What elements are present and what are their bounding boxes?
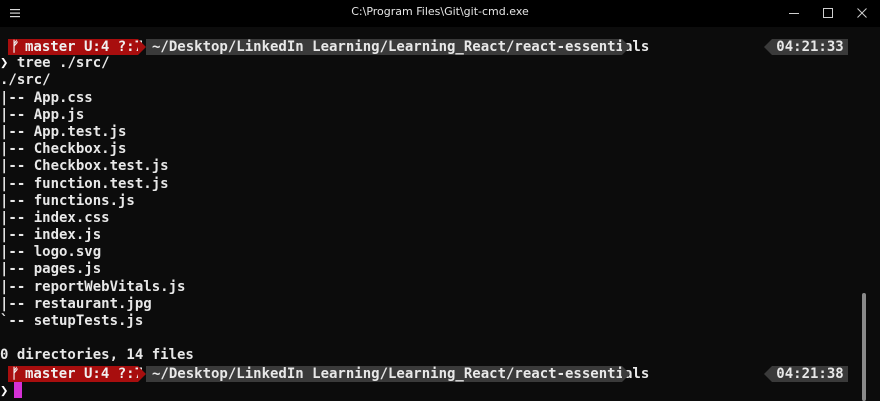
minimize-button[interactable] <box>778 0 810 27</box>
segment-separator <box>764 39 772 55</box>
branch-status: master U:4 ?:7 <box>25 39 144 55</box>
terminal-window: C:\Program Files\Git\git-cmd.exe ᚠ master… <box>0 0 880 401</box>
tree-entry: |-- Checkbox.js <box>0 141 127 158</box>
tree-entry: |-- App.css <box>0 89 93 106</box>
tree-entry: |-- functions.js <box>0 192 135 209</box>
segment-separator <box>622 39 630 55</box>
tree-entry: |-- logo.svg <box>0 244 102 261</box>
tree-entry: |-- function.test.js <box>0 175 169 192</box>
tree-entry: `-- setupTests.js <box>0 313 144 329</box>
terminal-output[interactable]: ᚠ master U:4 ?:7 ~/Desktop/LinkedIn Learn… <box>0 38 860 399</box>
segment-separator <box>138 39 146 55</box>
prompt-time: 04:21:38 <box>772 365 848 382</box>
current-path: ~/Desktop/LinkedIn Learning/Learning_Rea… <box>146 365 649 382</box>
git-branch-segment: ᚠ master U:4 ?:7 <box>8 39 143 55</box>
scrollbar-thumb[interactable] <box>862 293 866 401</box>
prompt-status-line: ᚠ master U:4 ?:7 ~/Desktop/LinkedIn Learn… <box>0 365 860 382</box>
segment-separator <box>764 365 772 382</box>
input-line[interactable]: ❯ <box>0 381 860 399</box>
chevron-right-icon: ❯ <box>0 382 9 399</box>
current-path: ~/Desktop/LinkedIn Learning/Learning_Rea… <box>146 39 649 55</box>
tree-summary: 0 directories, 14 files <box>0 347 194 364</box>
close-button[interactable] <box>846 0 878 27</box>
command-text: tree ./src/ <box>16 55 110 72</box>
tree-entry: |-- index.js <box>0 227 102 244</box>
title-bar[interactable]: C:\Program Files\Git\git-cmd.exe <box>0 0 880 27</box>
minimize-icon <box>789 13 799 14</box>
git-branch-segment: ᚠ master U:4 ?:7 <box>8 365 143 382</box>
prompt-status-line: ᚠ master U:4 ?:7 ~/Desktop/LinkedIn Learn… <box>0 38 860 55</box>
tree-entry: |-- reportWebVitals.js <box>0 278 186 295</box>
tree-entry: |-- pages.js <box>0 261 102 278</box>
tree-entry: |-- App.js <box>0 106 85 123</box>
window-title: C:\Program Files\Git\git-cmd.exe <box>351 5 529 18</box>
git-branch-icon: ᚠ <box>11 365 20 382</box>
command-line: ❯ tree ./src/ <box>0 55 860 72</box>
close-icon <box>857 8 867 18</box>
tree-entry: |-- App.test.js <box>0 123 127 140</box>
tree-root: ./src/ <box>0 72 51 89</box>
branch-status: master U:4 ?:7 <box>25 365 144 382</box>
segment-separator <box>622 365 630 382</box>
maximize-icon <box>823 8 833 18</box>
tree-entry: |-- index.css <box>0 209 110 226</box>
segment-separator <box>138 365 146 382</box>
prompt-time: 04:21:33 <box>772 39 848 55</box>
text-cursor <box>14 381 23 398</box>
git-branch-icon: ᚠ <box>11 39 20 55</box>
maximize-button[interactable] <box>812 0 844 27</box>
tree-entry: |-- Checkbox.test.js <box>0 158 169 175</box>
chevron-right-icon: ❯ <box>0 55 9 72</box>
tree-entry: |-- restaurant.jpg <box>0 295 152 312</box>
